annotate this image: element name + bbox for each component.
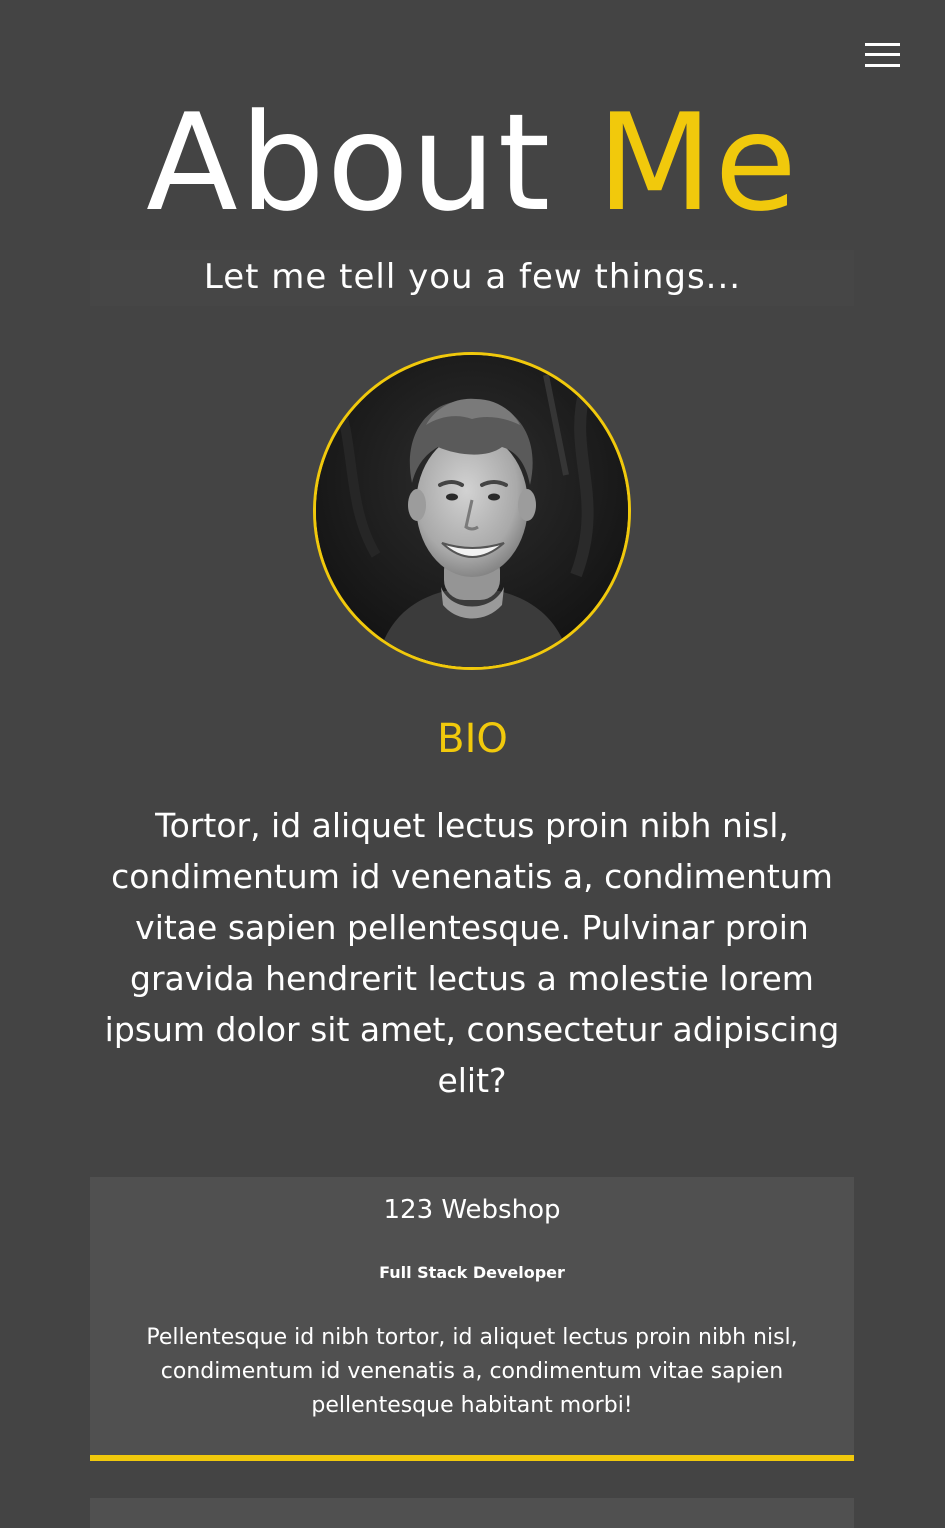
title-part-me: Me: [596, 85, 799, 241]
profile-photo: [313, 352, 631, 670]
page-subtitle: Let me tell you a few things...: [203, 257, 742, 297]
title-part-about: About: [146, 85, 553, 241]
portrait-illustration: [316, 355, 628, 667]
menu-bar: [865, 64, 900, 67]
bio-heading: BIO: [437, 716, 508, 762]
experience-company: 123 Webshop: [383, 1195, 561, 1225]
menu-bar: [865, 43, 900, 46]
menu-bar: [865, 53, 900, 56]
experience-card: 123 Webshop Full Stack Developer Pellent…: [90, 1177, 854, 1461]
experience-role: Full Stack Developer: [379, 1263, 565, 1282]
bio-text: Tortor, id aliquet lectus proin nibh nis…: [104, 806, 840, 1100]
hamburger-menu-icon[interactable]: [865, 43, 900, 69]
experience-card-next: [90, 1498, 854, 1528]
experience-description: Pellentesque id nibh tortor, id aliquet …: [146, 1325, 798, 1418]
page-title: About Me: [0, 88, 945, 238]
